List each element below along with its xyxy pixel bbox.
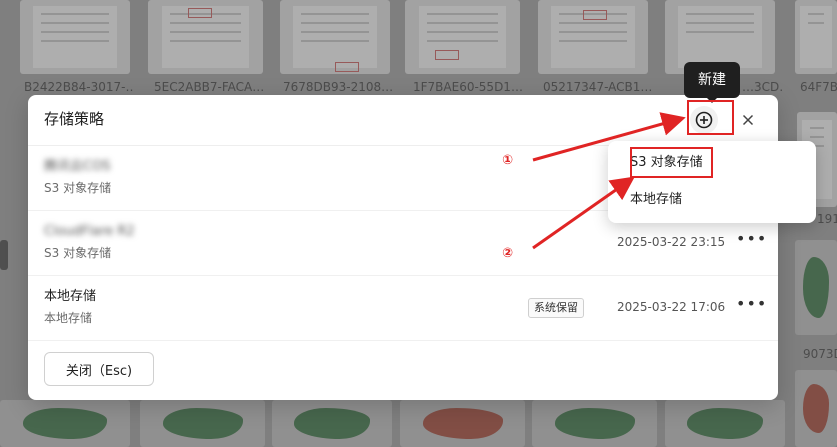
close-icon	[742, 114, 754, 126]
new-tooltip: 新建	[684, 62, 740, 103]
system-reserved-badge: 系统保留	[528, 298, 584, 318]
more-actions-button[interactable]: •••	[736, 230, 766, 252]
storage-type: S3 对象存储	[44, 181, 112, 195]
storage-date: 2025-03-22 23:15	[617, 235, 726, 249]
annotation-highlight-add	[687, 100, 734, 135]
storage-name: 本地存储	[44, 289, 97, 304]
annotation-step-1: ①	[502, 153, 514, 168]
annotation-highlight-s3	[630, 147, 713, 178]
storage-name: CloudFlare R2	[44, 224, 135, 239]
storage-name: 腾讯云COS	[44, 159, 111, 174]
more-actions-button[interactable]: •••	[736, 295, 766, 317]
dialog-footer: 关闭（Esc)	[28, 340, 778, 400]
close-dialog-button[interactable]	[734, 106, 762, 134]
menu-item-local-storage[interactable]: 本地存储	[608, 182, 816, 218]
annotation-step-2: ②	[502, 246, 514, 261]
storage-row[interactable]: 本地存储 本地存储 系统保留 2025-03-22 17:06 •••	[28, 275, 778, 341]
close-esc-button[interactable]: 关闭（Esc)	[44, 352, 154, 386]
dialog-header: 存储策略	[28, 95, 778, 146]
storage-type: S3 对象存储	[44, 246, 112, 260]
storage-date: 2025-03-22 17:06	[617, 300, 726, 314]
dialog-title: 存储策略	[44, 110, 105, 128]
storage-type: 本地存储	[44, 311, 93, 325]
